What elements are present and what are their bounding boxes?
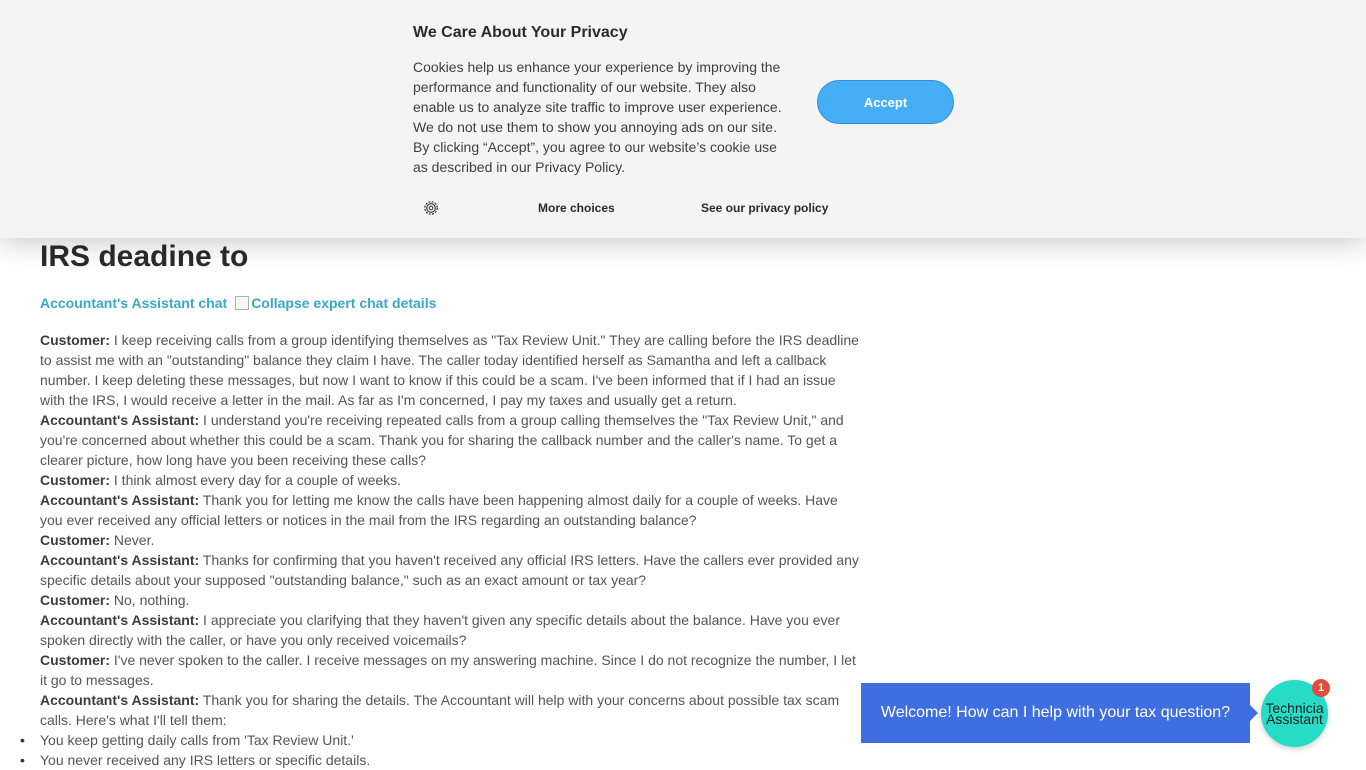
- speaker-label: Customer:: [40, 532, 111, 548]
- transcript-message: Customer: No, nothing.: [40, 590, 860, 610]
- speaker-label: Customer:: [40, 472, 111, 488]
- collapse-chat-label: Collapse expert chat details: [251, 295, 437, 311]
- transcript-message: Accountant's Assistant: Thank you for sh…: [40, 690, 860, 730]
- transcript-message: Customer: I think almost every day for a…: [40, 470, 860, 490]
- speaker-label: Customer:: [40, 652, 111, 668]
- message-text: Never.: [110, 532, 155, 548]
- privacy-policy-link[interactable]: See our privacy policy: [701, 201, 828, 215]
- summary-item: You never received any IRS letters or sp…: [20, 750, 860, 770]
- speaker-label: Customer:: [40, 592, 111, 608]
- transcript-message: Accountant's Assistant: Thanks for confi…: [40, 550, 860, 590]
- gear-icon[interactable]: [423, 200, 439, 216]
- summary-item: You keep getting daily calls from 'Tax R…: [20, 730, 860, 750]
- speaker-label: Accountant's Assistant:: [40, 612, 200, 628]
- transcript-message: Customer: Never.: [40, 530, 860, 550]
- page-title: IRS deadine to: [40, 240, 249, 273]
- collapse-chat-button[interactable]: Collapse expert chat details: [235, 295, 436, 311]
- speaker-label: Accountant's Assistant:: [40, 692, 200, 708]
- message-text: I've never spoken to the caller. I recei…: [40, 652, 856, 688]
- message-text: I keep receiving calls from a group iden…: [40, 332, 859, 408]
- more-choices-link[interactable]: More choices: [538, 201, 615, 215]
- chat-welcome-bubble[interactable]: Welcome! How can I help with your tax qu…: [861, 683, 1258, 743]
- transcript-message: Accountant's Assistant: I appreciate you…: [40, 610, 860, 650]
- transcript-message: Customer: I keep receiving calls from a …: [40, 330, 860, 410]
- speaker-label: Accountant's Assistant:: [40, 552, 200, 568]
- transcript-message: Accountant's Assistant: Thank you for le…: [40, 490, 860, 530]
- transcript-message: Accountant's Assistant: I understand you…: [40, 410, 860, 470]
- avatar-label-line2: Assistant: [1266, 710, 1323, 727]
- speaker-label: Customer:: [40, 332, 111, 348]
- broken-image-icon: [235, 296, 250, 310]
- cookie-banner: We Care About Your Privacy Cookies help …: [0, 0, 1366, 238]
- speaker-label: Accountant's Assistant:: [40, 412, 200, 428]
- accept-button[interactable]: Accept: [817, 80, 954, 124]
- chat-header: Accountant's Assistant chat Collapse exp…: [40, 295, 436, 311]
- chat-transcript: Customer: I keep receiving calls from a …: [20, 330, 860, 770]
- chat-link[interactable]: Accountant's Assistant chat: [40, 295, 227, 311]
- message-text: No, nothing.: [110, 592, 190, 608]
- summary-list: You keep getting daily calls from 'Tax R…: [20, 730, 860, 770]
- speaker-label: Accountant's Assistant:: [40, 492, 200, 508]
- cookie-banner-title: We Care About Your Privacy: [413, 24, 628, 41]
- transcript-message: Customer: I've never spoken to the calle…: [40, 650, 860, 690]
- cookie-banner-text: Cookies help us enhance your experience …: [413, 59, 782, 175]
- message-text: I think almost every day for a couple of…: [110, 472, 402, 488]
- notification-badge: 1: [1312, 679, 1330, 697]
